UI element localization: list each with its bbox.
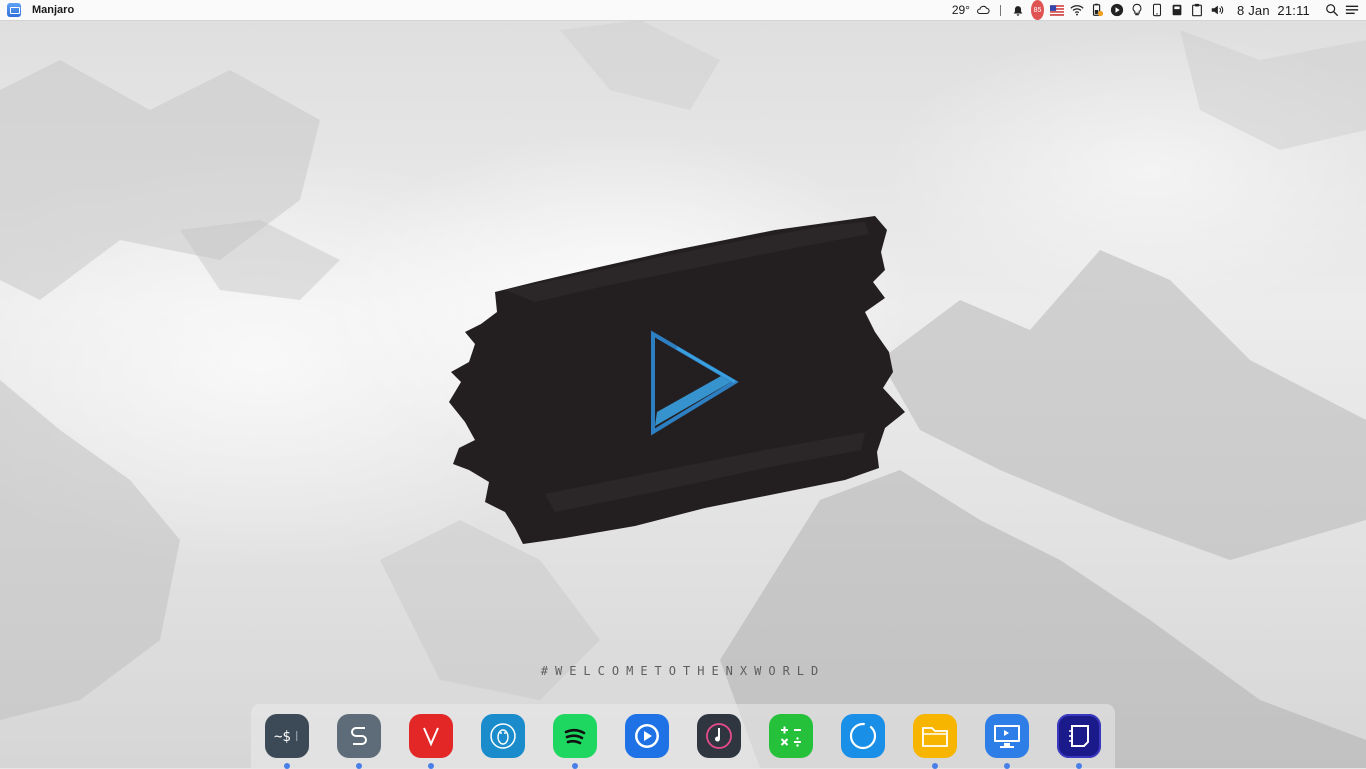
volume-icon[interactable] [1207, 0, 1227, 20]
monitor-icon [994, 725, 1020, 748]
dock: ~$ [251, 704, 1115, 769]
play-icon[interactable] [1107, 0, 1127, 20]
dock-item-simplenote[interactable] [337, 714, 381, 758]
running-indicator-files [932, 763, 938, 769]
dock-item-files[interactable] [913, 714, 957, 758]
running-indicator-notes [1076, 763, 1082, 769]
dock-item-vivaldi[interactable] [409, 714, 453, 758]
clock-time: 21:11 [1277, 2, 1310, 18]
note-icon [1069, 725, 1089, 747]
notification-badge[interactable]: 85 [1030, 0, 1044, 20]
panel-clock[interactable]: 8 Jan 21:11 [1237, 0, 1310, 20]
system-tray: 29° 85 8 Jan 21:11 [952, 0, 1366, 20]
vivaldi-icon [423, 727, 439, 747]
dock-item-settings[interactable] [841, 714, 885, 758]
weather-cloud-icon[interactable] [973, 0, 993, 20]
dock-item-music[interactable] [697, 714, 741, 758]
tray-separator [999, 4, 1001, 16]
running-indicator-terminal [284, 763, 290, 769]
wifi-icon[interactable] [1067, 0, 1087, 20]
dock-item-notes[interactable] [1057, 714, 1101, 758]
drive-icon[interactable] [1167, 0, 1187, 20]
dock-item-terminal[interactable]: ~$ [265, 714, 309, 758]
bell-icon[interactable] [1008, 0, 1028, 20]
terminal-icon: ~$ [274, 729, 298, 745]
nx-play-logo [445, 212, 915, 548]
calculator-icon [780, 726, 801, 747]
s-letter-icon [351, 727, 367, 745]
phone-icon[interactable] [1147, 0, 1167, 20]
menu-icon[interactable] [1342, 0, 1362, 20]
dock-item-remote-desktop[interactable] [985, 714, 1029, 758]
us-flag-icon[interactable] [1047, 0, 1067, 20]
active-app-name[interactable]: Manjaro [32, 4, 74, 16]
ring-icon [849, 722, 877, 750]
dock-item-media-player[interactable] [625, 714, 669, 758]
temperature[interactable]: 29° [952, 0, 970, 20]
svg-text:~$: ~$ [274, 729, 291, 745]
top-panel: Manjaro 29° 85 8 Jan 21:11 [0, 0, 1366, 21]
search-icon[interactable] [1322, 0, 1342, 20]
welcome-text: #WELCOMETOTHENXWORLD [540, 664, 826, 678]
dock-item-calculator[interactable] [769, 714, 813, 758]
dock-item-linux-app[interactable] [481, 714, 525, 758]
clock-date: 8 Jan [1236, 2, 1270, 18]
running-indicator-spotify [572, 763, 578, 769]
folder-icon [922, 727, 948, 747]
bulb-icon[interactable] [1127, 0, 1147, 20]
battery-icon[interactable] [1087, 0, 1107, 20]
spotify-icon [564, 728, 586, 745]
music-note-icon [706, 723, 732, 749]
clipboard-icon[interactable] [1187, 0, 1207, 20]
running-indicator-remote-desktop [1004, 763, 1010, 769]
running-indicator-simplenote [356, 763, 362, 769]
dock-item-spotify[interactable] [553, 714, 597, 758]
app-launcher-icon[interactable] [7, 3, 21, 17]
running-indicator-vivaldi [428, 763, 434, 769]
play-circle-icon [635, 724, 659, 748]
tux-icon [490, 723, 516, 749]
